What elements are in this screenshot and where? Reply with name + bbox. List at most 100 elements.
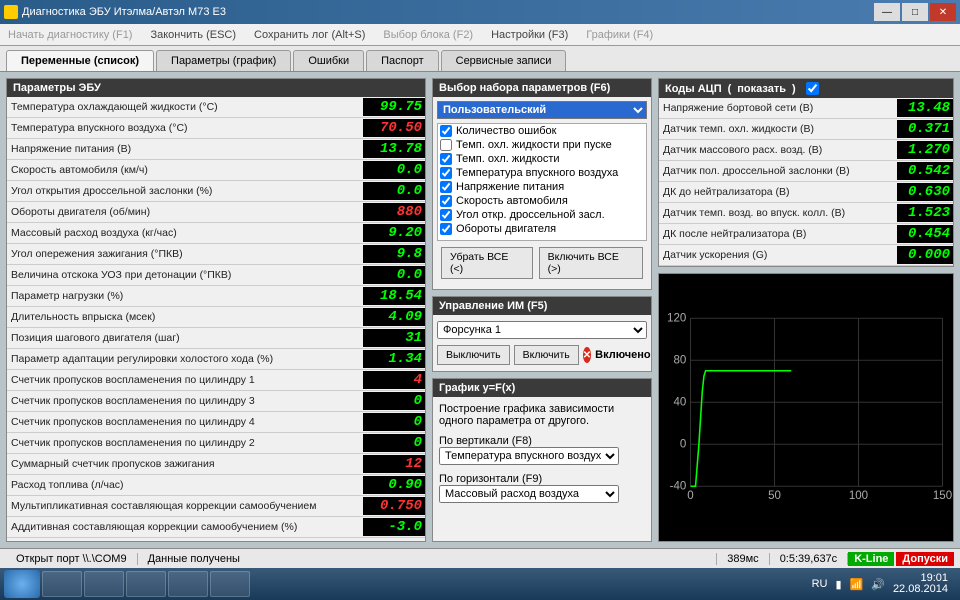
adc-label: Датчик темп. охл. жидкости (В) [659,123,897,135]
adc-row[interactable]: Датчик темп. охл. жидкости (В)0.371 [659,119,953,140]
param-row[interactable]: Массовый расход воздуха (кг/час)9.20 [7,223,425,244]
tray-lang[interactable]: RU [812,578,828,590]
svg-text:80: 80 [673,354,686,366]
paramset-item[interactable]: Обороты двигателя [438,222,646,236]
paramset-checkbox[interactable] [440,139,452,151]
menu-stop[interactable]: Закончить (ESC) [150,29,236,41]
taskbar-app-media[interactable] [126,571,166,597]
param-value: 1.34 [363,350,425,368]
param-row[interactable]: Величина отскока УОЗ при детонации (°ПКВ… [7,265,425,286]
taskbar-app-explorer[interactable] [84,571,124,597]
param-row[interactable]: Температура охлаждающей жидкости (°С)99.… [7,97,425,118]
paramset-item-label: Темп. охл. жидкости [456,153,560,165]
svg-text:50: 50 [768,490,781,502]
param-row[interactable]: Счетчик пропусков воспламенения по цилин… [7,391,425,412]
menu-block[interactable]: Выбор блока (F2) [383,29,473,41]
param-row[interactable]: Параметр адаптации регулировки холостого… [7,349,425,370]
paramset-item-label: Темп. охл. жидкости при пуске [456,139,612,151]
im-combo[interactable]: Форсунка 1 [437,321,647,339]
adc-label: ДК до нейтрализатора (В) [659,186,897,198]
adc-row[interactable]: ДК до нейтрализатора (В)0.630 [659,182,953,203]
paramset-combo[interactable]: Пользовательский [437,101,647,119]
adc-header: Коды АЦП (показать) [659,79,953,98]
adc-row[interactable]: Датчик ускорения (G)0.000 [659,245,953,266]
param-row[interactable]: Счетчик пропусков воспламенения по цилин… [7,433,425,454]
taskbar-app-other[interactable] [210,571,250,597]
menu-settings[interactable]: Настройки (F3) [491,29,568,41]
param-row[interactable]: Счетчик пропусков воспламенения по цилин… [7,412,425,433]
param-row[interactable]: Температура впускного воздуха (°С)70.50 [7,118,425,139]
tray-sound-icon[interactable]: 🔊 [871,578,885,591]
param-row[interactable]: Счетчик пропусков воспламенения по цилин… [7,370,425,391]
im-off-button[interactable]: Выключить [437,345,510,365]
paramset-checkbox[interactable] [440,181,452,193]
param-row[interactable]: Расход топлива (л/час)0.90 [7,475,425,496]
tab-errors[interactable]: Ошибки [293,50,364,71]
param-row[interactable]: Скорость автомобиля (км/ч)0.0 [7,160,425,181]
tab-passport[interactable]: Паспорт [366,50,439,71]
param-value: 99.75 [363,98,425,116]
adc-label: Напряжение бортовой сети (В) [659,102,897,114]
param-row[interactable]: Обороты двигателя (об/мин)880 [7,202,425,223]
chart-plot[interactable]: -4004080120050100150 [659,274,953,541]
minimize-button[interactable]: — [874,3,900,21]
adc-show-checkbox[interactable] [806,82,819,95]
paramset-item[interactable]: Темп. охл. жидкости при пуске [438,138,646,152]
paramset-item-label: Обороты двигателя [456,223,556,235]
param-label: Обороты двигателя (об/мин) [7,206,363,218]
status-port: Открыт порт \\.\COM9 [6,553,138,565]
maximize-button[interactable]: □ [902,3,928,21]
start-button[interactable] [4,570,40,598]
adc-row[interactable]: Датчик темп. возд. во впуск. колл. (В)1.… [659,203,953,224]
tray-network-icon[interactable]: 📶 [850,578,864,591]
param-value: 31 [363,329,425,347]
chart-x-combo[interactable]: Массовый расход воздуха [439,485,619,503]
paramset-item[interactable]: Угол откр. дроссельной засл. [438,208,646,222]
taskbar-app-diag[interactable] [168,571,208,597]
param-label: Счетчик пропусков воспламенения по цилин… [7,437,363,449]
adc-row[interactable]: Датчик массового расх. возд. (В)1.270 [659,140,953,161]
paramset-item[interactable]: Напряжение питания [438,180,646,194]
paramset-item[interactable]: Температура впускного воздуха [438,166,646,180]
im-on-button[interactable]: Включить [514,345,579,365]
tab-params-graph[interactable]: Параметры (график) [156,50,291,71]
tab-variables[interactable]: Переменные (список) [6,50,154,71]
paramset-item[interactable]: Скорость автомобиля [438,194,646,208]
param-row[interactable]: Напряжение питания (В)13.78 [7,139,425,160]
param-row[interactable]: Угол опережения зажигания (°ПКВ)9.8 [7,244,425,265]
adc-value: 0.454 [897,225,953,243]
paramset-checkbox[interactable] [440,223,452,235]
remove-all-button[interactable]: Убрать ВСЕ (<) [441,247,533,279]
paramset-checkbox[interactable] [440,195,452,207]
paramset-item-label: Напряжение питания [456,181,564,193]
param-row[interactable]: Мультипликативная составляющая коррекции… [7,496,425,517]
param-row[interactable]: Угол открытия дроссельной заслонки (%)0.… [7,181,425,202]
param-row[interactable]: Позиция шагового двигателя (шаг)31 [7,328,425,349]
chart-y-combo[interactable]: Температура впускного воздуха [439,447,619,465]
paramset-checkbox[interactable] [440,209,452,221]
menu-charts[interactable]: Графики (F4) [586,29,653,41]
adc-row[interactable]: ДК после нейтрализатора (В)0.454 [659,224,953,245]
tray-clock[interactable]: 19:01 22.08.2014 [893,573,948,595]
paramset-checkbox[interactable] [440,153,452,165]
param-row[interactable]: Параметр нагрузки (%)18.54 [7,286,425,307]
paramset-checkbox[interactable] [440,125,452,137]
adc-row[interactable]: Напряжение бортовой сети (В)13.48 [659,98,953,119]
params-panel-header: Параметры ЭБУ [7,79,425,97]
paramset-item[interactable]: Количество ошибок [438,124,646,138]
tab-service[interactable]: Сервисные записи [441,50,567,71]
taskbar-app-ie[interactable] [42,571,82,597]
param-row[interactable]: Аддитивная составляющая коррекции самооб… [7,517,425,538]
paramset-checkbox[interactable] [440,167,452,179]
param-row[interactable]: Суммарный счетчик пропусков зажигания12 [7,454,425,475]
adc-row[interactable]: Датчик пол. дроссельной заслонки (В)0.54… [659,161,953,182]
menu-start[interactable]: Начать диагностику (F1) [8,29,132,41]
close-button[interactable]: ✕ [930,3,956,21]
menu-save[interactable]: Сохранить лог (Alt+S) [254,29,365,41]
status-elapsed: 0:5:39,637с [770,553,849,565]
im-stop-icon[interactable]: ✕ [583,347,591,363]
status-data: Данные получены [138,553,718,565]
paramset-item[interactable]: Темп. охл. жидкости [438,152,646,166]
add-all-button[interactable]: Включить ВСЕ (>) [539,247,643,279]
param-row[interactable]: Длительность впрыска (мсек)4.09 [7,307,425,328]
